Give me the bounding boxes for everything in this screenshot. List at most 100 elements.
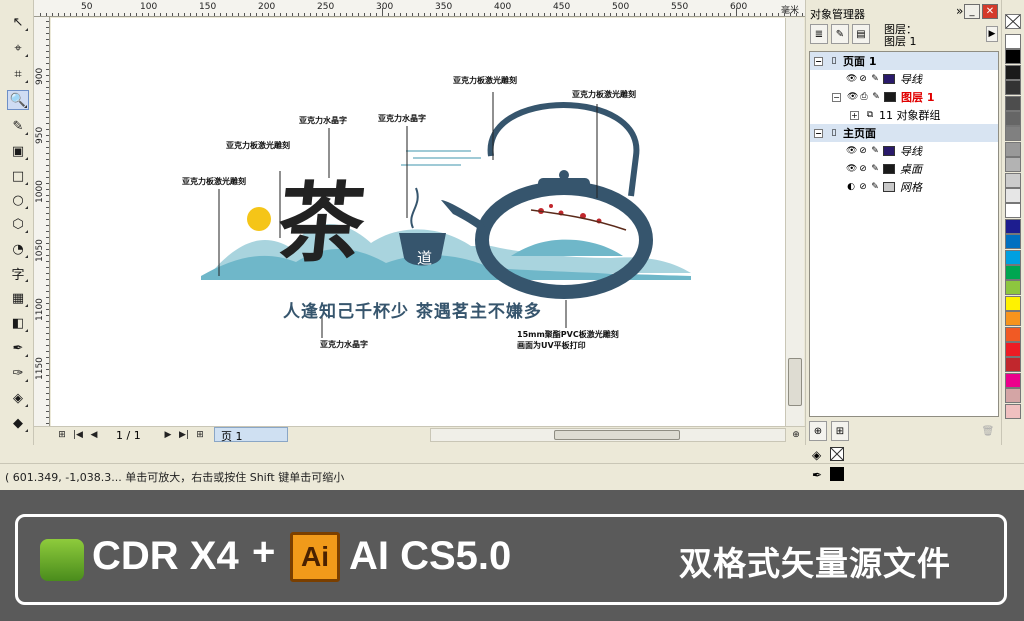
print-off-icon[interactable]: ⊘ <box>858 146 868 156</box>
fill-tool-icon[interactable]: ◈ <box>7 388 29 408</box>
interactive-fill-tool-icon[interactable]: ◆ <box>7 413 29 433</box>
add-page-before-icon[interactable]: ⊞ <box>56 429 68 441</box>
tree-master-desktop[interactable]: 👁 ⊘ ✎ 桌面 <box>810 160 998 178</box>
rectangle-tool-icon[interactable]: □ <box>7 166 29 186</box>
palette-swatch[interactable] <box>1005 64 1021 80</box>
tree-master-guides[interactable]: 👁 ⊘ ✎ 导线 <box>810 142 998 160</box>
new-master-layer-icon[interactable]: ⊞ <box>831 421 849 441</box>
print-off-icon[interactable]: ⊘ <box>858 74 868 84</box>
palette-swatch[interactable] <box>1005 295 1021 311</box>
palette-swatch[interactable] <box>1005 357 1021 373</box>
palette-swatch[interactable] <box>1005 388 1021 404</box>
outline-color-swatch[interactable] <box>830 467 844 481</box>
print-off-icon[interactable]: ⊘ <box>858 182 868 192</box>
drawing-canvas[interactable]: 茶 道 人逢知己千杯少 茶遇茗主不嫌多 亚克力板激光雕刻 亚克力板激光雕刻 亚克… <box>51 18 785 426</box>
collapse-icon[interactable]: − <box>832 92 841 102</box>
print-off-icon[interactable]: ⊘ <box>858 164 868 174</box>
zoom-tool-icon[interactable]: 🔍 <box>7 90 29 110</box>
tree-master-grid[interactable]: ◐ ⊘ ✎ 网格 <box>810 178 998 196</box>
palette-swatch[interactable] <box>1005 34 1021 49</box>
interactive-blend-tool-icon[interactable]: ◧ <box>7 313 29 333</box>
fill-outline-indicator[interactable]: ◈ ✒ <box>810 446 844 486</box>
palette-swatch[interactable] <box>1005 203 1021 219</box>
add-page-after-icon[interactable]: ⊞ <box>194 429 206 441</box>
palette-swatch[interactable] <box>1005 80 1021 96</box>
smart-fill-tool-icon[interactable]: ▣ <box>7 141 29 161</box>
horizontal-scroll-thumb[interactable] <box>554 430 680 440</box>
basic-shapes-tool-icon[interactable]: ◔ <box>7 239 29 259</box>
flyout-corner <box>25 404 28 407</box>
vertical-scroll-thumb[interactable] <box>788 358 802 406</box>
page-tab[interactable]: 页 1 <box>214 427 288 443</box>
eye-icon[interactable]: 👁 <box>847 92 858 102</box>
tree-page-1[interactable]: − ▯ 页面 1 <box>810 52 998 70</box>
fill-none-swatch[interactable] <box>830 447 844 461</box>
eye-hidden-icon[interactable]: ◐ <box>846 182 856 192</box>
eye-icon[interactable]: 👁 <box>846 164 857 174</box>
vertical-ruler[interactable]: 900 950 1000 1050 1100 1150 <box>34 17 50 427</box>
shape-tool-icon[interactable]: ⌖ <box>7 38 29 58</box>
vertical-scrollbar[interactable] <box>785 18 804 426</box>
eye-icon[interactable]: 👁 <box>846 74 857 84</box>
collapse-icon[interactable]: − <box>814 56 823 66</box>
palette-swatch[interactable] <box>1005 141 1021 157</box>
tree-object-group[interactable]: + ⧉ 11 对象群组 <box>810 106 998 124</box>
pick-tool-icon[interactable]: ↖ <box>7 12 29 32</box>
delete-icon[interactable]: 🗑 <box>979 421 997 441</box>
minimize-icon[interactable]: _ <box>964 4 980 19</box>
tree-layer-1[interactable]: − 👁 ⎙ ✎ 图层 1 <box>810 88 998 106</box>
next-page-icon[interactable]: ▶ <box>162 429 174 441</box>
horizontal-ruler[interactable]: 50 100 150 200 250 300 350 400 450 500 550 600 <box>34 0 806 17</box>
docker-collapse-icon[interactable]: » <box>956 4 963 18</box>
palette-swatch[interactable] <box>1005 234 1021 250</box>
palette-swatch[interactable] <box>1005 126 1021 142</box>
palette-swatch[interactable] <box>1005 249 1021 265</box>
first-page-icon[interactable]: |◀ <box>72 429 84 441</box>
text-tool-icon[interactable]: 字 <box>7 263 29 283</box>
tree-master-page[interactable]: − ▯ 主页面 <box>810 124 998 142</box>
edit-icon[interactable]: ✎ <box>870 146 880 156</box>
show-properties-icon[interactable]: ≣ <box>810 24 828 44</box>
edit-icon[interactable]: ✎ <box>870 182 880 192</box>
palette-swatch[interactable] <box>1005 265 1021 280</box>
layer-manager-view-icon[interactable]: ▤ <box>852 24 870 44</box>
edit-icon[interactable]: ✎ <box>871 92 881 102</box>
palette-swatch[interactable] <box>1005 49 1021 65</box>
close-icon[interactable]: ✕ <box>982 4 998 19</box>
palette-swatch[interactable] <box>1005 188 1021 203</box>
edit-across-layers-icon[interactable]: ✎ <box>831 24 849 44</box>
eyedropper-tool-icon[interactable]: ✒ <box>7 338 29 358</box>
collapse-icon[interactable]: − <box>814 128 823 138</box>
palette-swatch[interactable] <box>1005 403 1021 419</box>
outline-tool-icon[interactable]: ✑ <box>7 363 29 383</box>
zoom-navigator-icon[interactable]: ⊕ <box>790 429 802 441</box>
expand-icon[interactable]: + <box>850 110 859 120</box>
palette-swatch[interactable] <box>1005 218 1021 234</box>
previous-page-icon[interactable]: ◀ <box>88 429 100 441</box>
edit-icon[interactable]: ✎ <box>870 74 880 84</box>
ruler-tick <box>46 117 49 118</box>
no-fill-swatch[interactable] <box>1005 14 1021 29</box>
eye-icon[interactable]: 👁 <box>846 146 857 156</box>
printer-icon[interactable]: ⎙ <box>859 92 869 102</box>
freehand-tool-icon[interactable]: ✎ <box>7 116 29 136</box>
palette-swatch[interactable] <box>1005 326 1021 342</box>
palette-swatch[interactable] <box>1005 311 1021 327</box>
palette-swatch[interactable] <box>1005 172 1021 188</box>
crop-tool-icon[interactable]: ⌗ <box>7 64 29 84</box>
polygon-tool-icon[interactable]: ⬡ <box>7 214 29 234</box>
new-layer-icon[interactable]: ⊕ <box>809 421 827 441</box>
docker-menu-arrow-icon[interactable]: ▶ <box>986 26 998 42</box>
palette-swatch[interactable] <box>1005 342 1021 357</box>
edit-icon[interactable]: ✎ <box>870 164 880 174</box>
palette-swatch[interactable] <box>1005 372 1021 388</box>
tree-layer-guides[interactable]: 👁 ⊘ ✎ 导线 <box>810 70 998 88</box>
palette-swatch[interactable] <box>1005 157 1021 173</box>
palette-swatch[interactable] <box>1005 280 1021 296</box>
ellipse-tool-icon[interactable]: ○ <box>7 190 29 210</box>
horizontal-scrollbar[interactable] <box>430 428 786 442</box>
last-page-icon[interactable]: ▶| <box>178 429 190 441</box>
table-tool-icon[interactable]: ▦ <box>7 288 29 308</box>
palette-swatch[interactable] <box>1005 95 1021 111</box>
palette-swatch[interactable] <box>1005 111 1021 126</box>
